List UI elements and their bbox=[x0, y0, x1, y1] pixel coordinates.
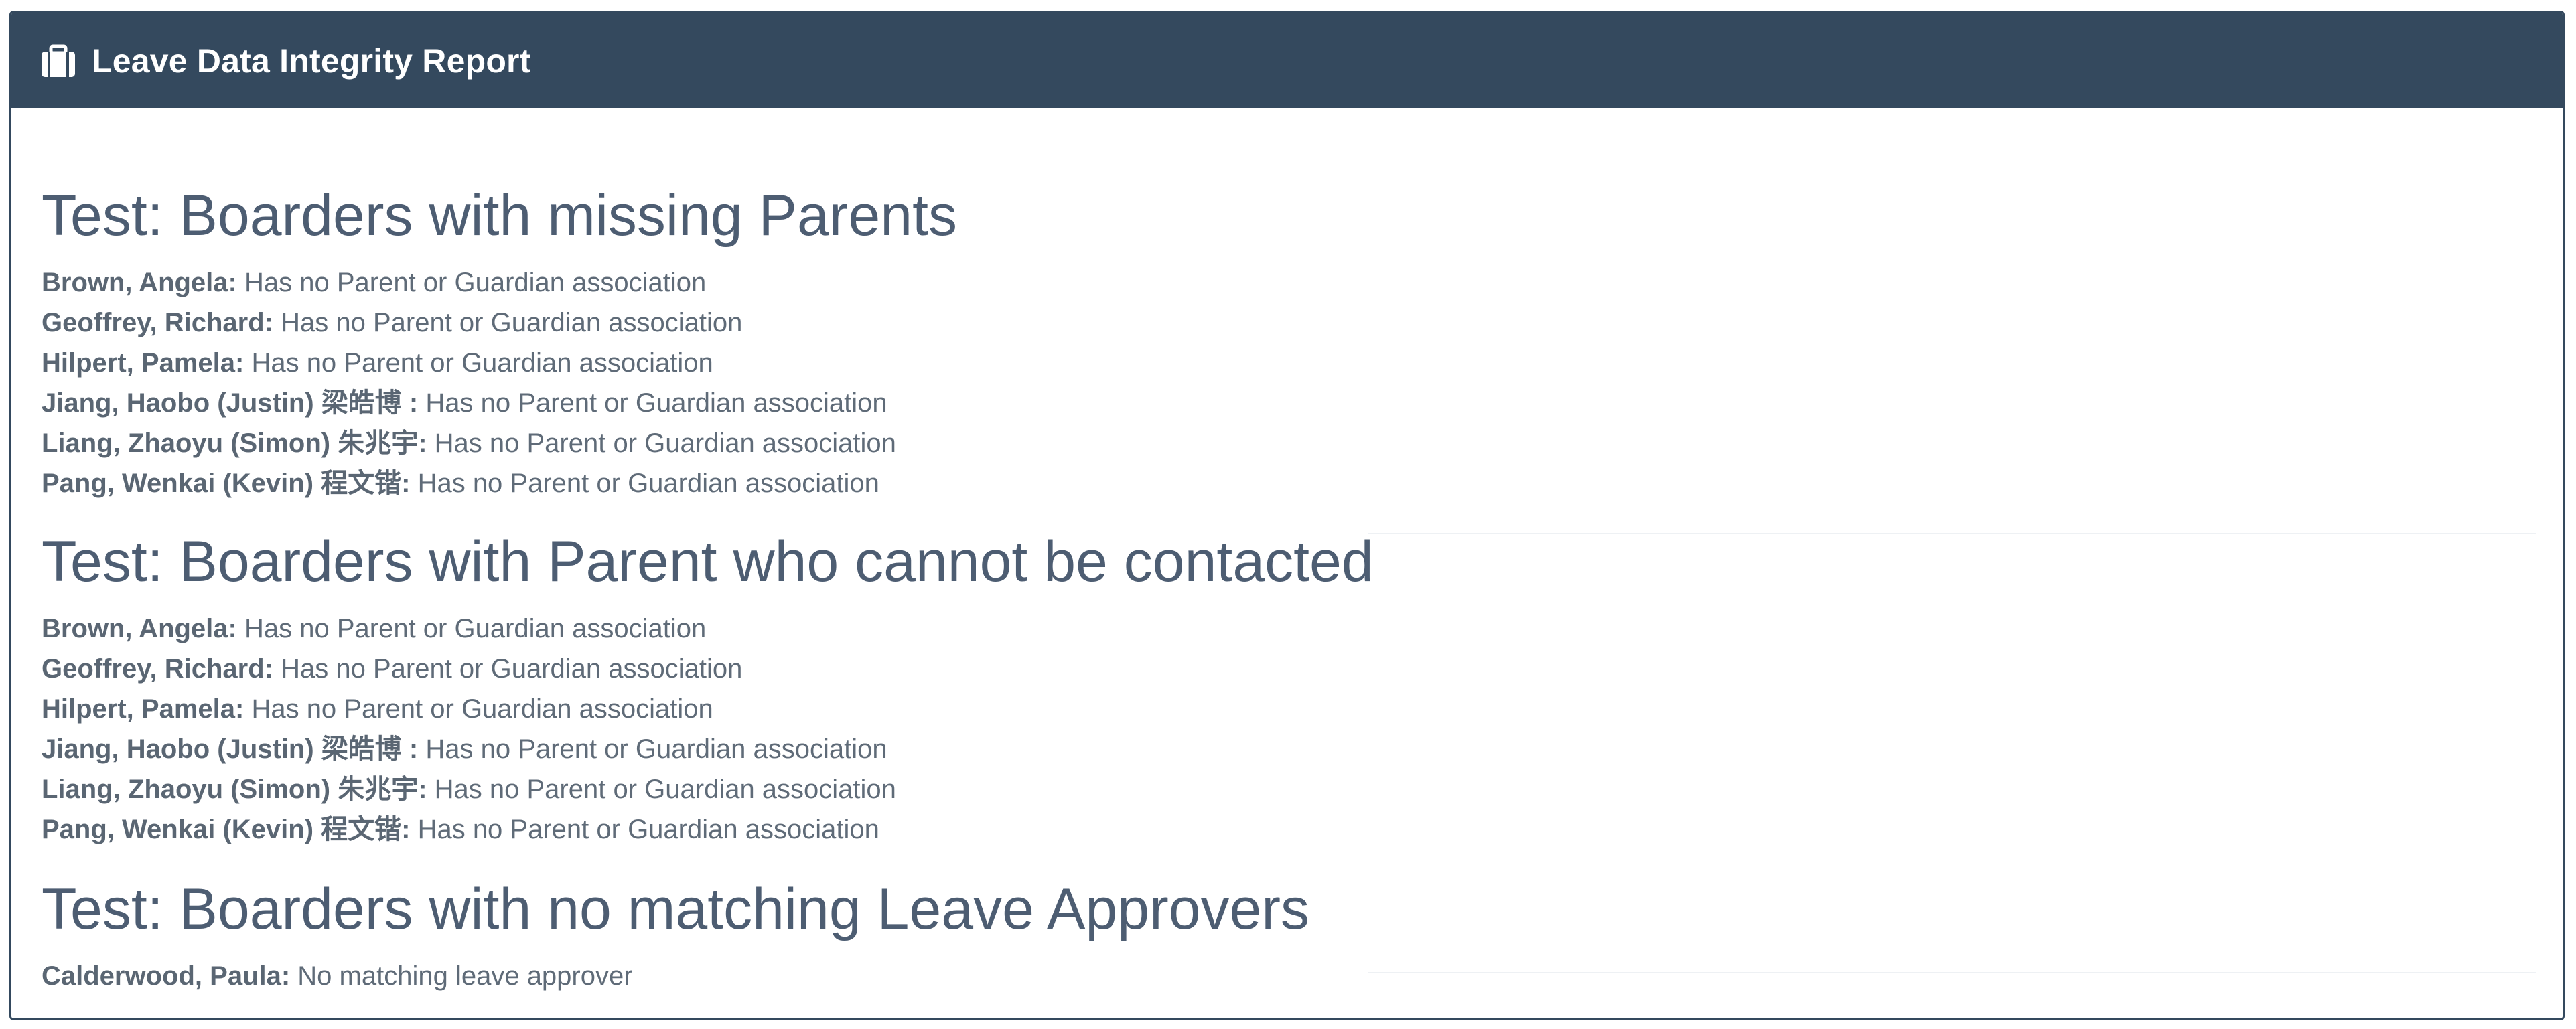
issue-message: Has no Parent or Guardian association bbox=[410, 815, 879, 844]
student-name: Jiang, Haobo (Justin) 梁皓博 : bbox=[42, 734, 419, 764]
issue-message: No matching leave approver bbox=[290, 961, 633, 991]
list-item: Jiang, Haobo (Justin) 梁皓博 : Has no Paren… bbox=[42, 383, 2536, 423]
list-item: Hilpert, Pamela: Has no Parent or Guardi… bbox=[42, 689, 2536, 729]
student-name: Liang, Zhaoyu (Simon) 朱兆宇: bbox=[42, 428, 427, 458]
section-missing-parents: Test: Boarders with missing Parents Brow… bbox=[42, 182, 2536, 503]
issue-message: Has no Parent or Guardian association bbox=[244, 348, 713, 378]
list-item: Calderwood, Paula: No matching leave app… bbox=[42, 956, 2536, 996]
section-title: Test: Boarders with Parent who cannot be… bbox=[42, 530, 1374, 594]
student-name: Pang, Wenkai (Kevin) 程文锴: bbox=[42, 815, 411, 844]
section-title: Test: Boarders with missing Parents bbox=[42, 183, 957, 248]
list-item: Hilpert, Pamela: Has no Parent or Guardi… bbox=[42, 343, 2536, 383]
issue-message: Has no Parent or Guardian association bbox=[273, 308, 743, 337]
section-title: Test: Boarders with no matching Leave Ap… bbox=[42, 877, 1310, 941]
list-item: Brown, Angela: Has no Parent or Guardian… bbox=[42, 262, 2536, 303]
student-name: Brown, Angela: bbox=[42, 268, 237, 297]
student-name: Hilpert, Pamela: bbox=[42, 694, 244, 724]
section-uncontactable-parents: Test: Boarders with Parent who cannot be… bbox=[42, 528, 2536, 850]
student-name: Pang, Wenkai (Kevin) 程文锴: bbox=[42, 469, 411, 498]
report-panel: Leave Data Integrity Report Test: Boarde… bbox=[9, 11, 2565, 1020]
list-item: Liang, Zhaoyu (Simon) 朱兆宇: Has no Parent… bbox=[42, 769, 2536, 809]
list-item: Liang, Zhaoyu (Simon) 朱兆宇: Has no Parent… bbox=[42, 423, 2536, 463]
issue-message: Has no Parent or Guardian association bbox=[427, 428, 896, 458]
list-item: Jiang, Haobo (Justin) 梁皓博 : Has no Paren… bbox=[42, 729, 2536, 769]
issue-message: Has no Parent or Guardian association bbox=[418, 734, 887, 764]
student-name: Hilpert, Pamela: bbox=[42, 348, 244, 378]
student-name: Jiang, Haobo (Justin) 梁皓博 : bbox=[42, 388, 419, 418]
issue-message: Has no Parent or Guardian association bbox=[410, 469, 879, 498]
divider bbox=[1368, 972, 2536, 973]
student-name: Geoffrey, Richard: bbox=[42, 308, 273, 337]
section-no-leave-approvers: Test: Boarders with no matching Leave Ap… bbox=[42, 876, 2536, 996]
list-item: Pang, Wenkai (Kevin) 程文锴: Has no Parent … bbox=[42, 809, 2536, 850]
list-item: Pang, Wenkai (Kevin) 程文锴: Has no Parent … bbox=[42, 463, 2536, 503]
panel-body: Test: Boarders with missing Parents Brow… bbox=[42, 108, 2536, 1018]
issue-message: Has no Parent or Guardian association bbox=[236, 614, 707, 643]
panel-title: Leave Data Integrity Report bbox=[92, 42, 531, 80]
student-name: Liang, Zhaoyu (Simon) 朱兆宇: bbox=[42, 775, 427, 804]
issue-message: Has no Parent or Guardian association bbox=[427, 775, 896, 804]
panel-heading: Leave Data Integrity Report bbox=[11, 13, 2563, 108]
list-item: Geoffrey, Richard: Has no Parent or Guar… bbox=[42, 303, 2536, 343]
issue-message: Has no Parent or Guardian association bbox=[273, 654, 743, 684]
briefcase-icon bbox=[40, 42, 77, 80]
student-name: Brown, Angela: bbox=[42, 614, 237, 643]
list-item: Geoffrey, Richard: Has no Parent or Guar… bbox=[42, 649, 2536, 689]
student-name: Calderwood, Paula: bbox=[42, 961, 291, 991]
issue-message: Has no Parent or Guardian association bbox=[236, 268, 707, 297]
issue-message: Has no Parent or Guardian association bbox=[418, 388, 887, 418]
student-name: Geoffrey, Richard: bbox=[42, 654, 273, 684]
list-item: Brown, Angela: Has no Parent or Guardian… bbox=[42, 609, 2536, 649]
issue-message: Has no Parent or Guardian association bbox=[244, 694, 713, 724]
